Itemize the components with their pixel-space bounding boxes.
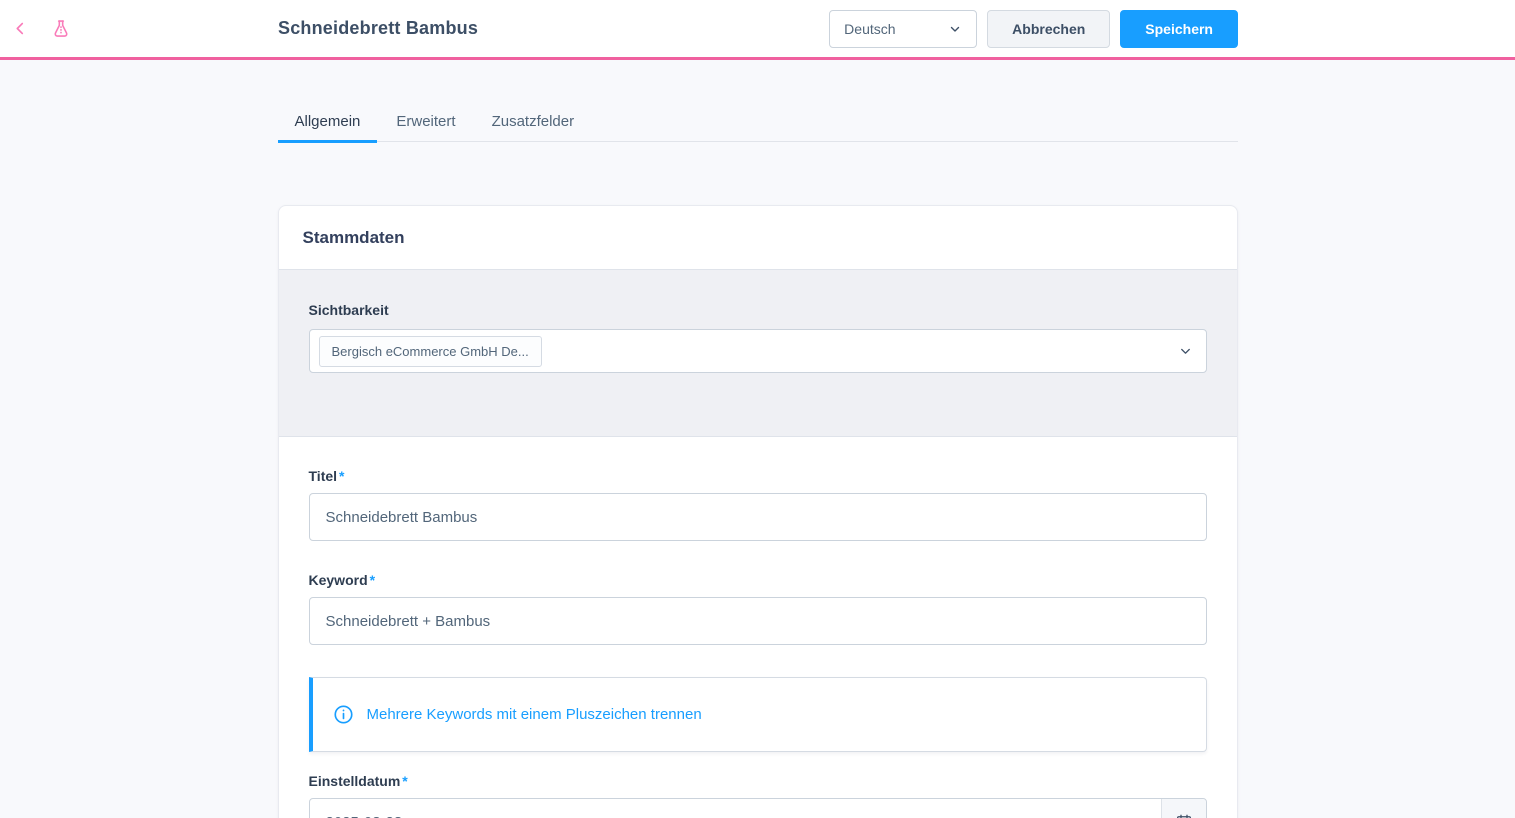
module-flask-button[interactable] [47, 15, 75, 43]
visibility-multiselect[interactable]: Bergisch eCommerce GmbH De... [309, 329, 1207, 373]
required-asterisk: * [370, 572, 375, 588]
back-icon [12, 20, 29, 37]
required-asterisk: * [339, 468, 344, 484]
chevron-down-icon[interactable] [1178, 344, 1193, 359]
flask-icon [51, 19, 71, 39]
date-field: Einstelldatum* [309, 773, 1207, 818]
keyword-hint-text: Mehrere Keywords mit einem Pluszeichen t… [367, 702, 702, 727]
content-column: Allgemein Erweitert Zusatzfelder Stammda… [278, 113, 1238, 818]
title-label-text: Titel [309, 468, 338, 484]
date-input-wrap [309, 798, 1207, 818]
title-label: Titel* [309, 468, 1207, 485]
page-title: Schneidebrett Bambus [278, 0, 478, 57]
main-form-section: Titel* Keyword* Mehrere Key [279, 437, 1237, 818]
date-input[interactable] [309, 798, 1207, 818]
tab-bar: Allgemein Erweitert Zusatzfelder [278, 113, 1238, 142]
card-title: Stammdaten [303, 228, 1213, 248]
language-select-value: Deutsch [844, 21, 895, 37]
date-label-text: Einstelldatum [309, 773, 401, 789]
back-button[interactable] [8, 16, 33, 41]
calendar-icon [1175, 813, 1193, 818]
keyword-hint-alert: Mehrere Keywords mit einem Pluszeichen t… [309, 677, 1207, 752]
save-button[interactable]: Speichern [1120, 10, 1238, 48]
keyword-label: Keyword* [309, 572, 1207, 589]
tab-erweitert[interactable]: Erweitert [379, 113, 472, 143]
title-field: Titel* [309, 468, 1207, 541]
title-input[interactable] [309, 493, 1207, 541]
tab-allgemein[interactable]: Allgemein [278, 113, 378, 143]
cancel-button[interactable]: Abbrechen [987, 10, 1110, 48]
header-actions: Deutsch Abbrechen Speichern [829, 0, 1238, 57]
required-asterisk: * [402, 773, 407, 789]
date-label: Einstelldatum* [309, 773, 1207, 790]
stammdaten-card: Stammdaten Sichtbarkeit Bergisch eCommer… [278, 205, 1238, 818]
tab-zusatzfelder[interactable]: Zusatzfelder [475, 113, 592, 143]
card-header: Stammdaten [279, 206, 1237, 270]
page-header: Schneidebrett Bambus Deutsch Abbrechen S… [0, 0, 1515, 60]
date-picker-button[interactable] [1161, 799, 1206, 818]
keyword-label-text: Keyword [309, 572, 368, 588]
info-icon [333, 704, 354, 725]
language-select[interactable]: Deutsch [829, 10, 977, 48]
visibility-label: Sichtbarkeit [309, 302, 1207, 319]
header-left-icons [8, 0, 75, 57]
visibility-section: Sichtbarkeit Bergisch eCommerce GmbH De.… [279, 270, 1237, 437]
keyword-field: Keyword* [309, 572, 1207, 645]
page-body: Allgemein Erweitert Zusatzfelder Stammda… [0, 60, 1515, 818]
visibility-tag[interactable]: Bergisch eCommerce GmbH De... [319, 336, 542, 367]
keyword-input[interactable] [309, 597, 1207, 645]
chevron-down-icon [948, 22, 962, 36]
